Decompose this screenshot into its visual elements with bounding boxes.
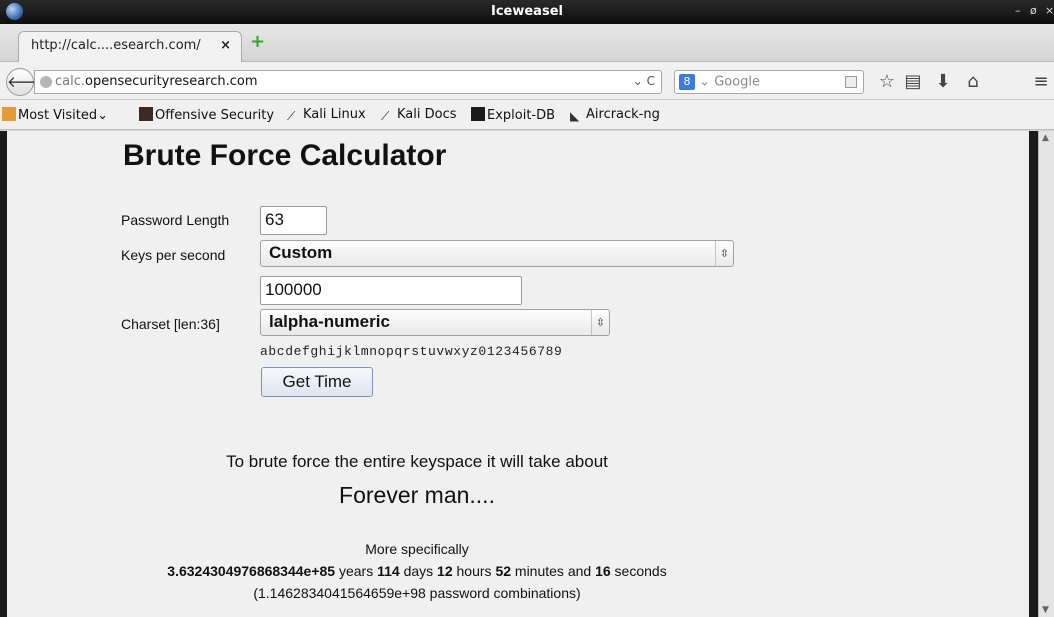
tab-close-icon[interactable]: × — [220, 38, 231, 53]
keys-per-second-select[interactable]: Custom ⇳ — [260, 240, 734, 267]
offsec-icon — [139, 107, 153, 121]
bookmark-label: Kali Docs — [397, 107, 457, 122]
minimize-button[interactable]: – — [1015, 4, 1021, 17]
keys-per-second-value: Custom — [269, 243, 333, 262]
download-icon[interactable]: ⬇ — [932, 71, 954, 92]
aircrack-icon: ◣ — [570, 109, 580, 123]
bookmark-label: Offensive Security — [155, 108, 275, 123]
bookmark-most-visited[interactable]: Most Visited⌄ — [2, 107, 108, 123]
star-icon[interactable]: ☆ — [876, 71, 898, 92]
navigation-toolbar: 🡐 calc.opensecurityresearch.com ⌄ C 8 ⌄ … — [0, 62, 1054, 100]
hours-unit: hours — [452, 563, 496, 579]
window-title-bar: Iceweasel – ø × — [0, 0, 1054, 24]
vertical-scrollbar[interactable]: ▲ ▼ — [1038, 131, 1054, 617]
result-more-label: More specifically — [365, 541, 469, 557]
tab-strip: http://calc....esearch.com/ × + — [0, 24, 1054, 62]
charset-label: Charset [len:36] — [121, 316, 220, 332]
scroll-up-icon[interactable]: ▲ — [1042, 133, 1049, 143]
result-combinations: (1.1462834041564659e+98 password combina… — [253, 585, 581, 601]
custom-keys-input[interactable]: 100000 — [260, 276, 522, 305]
search-bar[interactable]: 8 ⌄ Google — [674, 70, 864, 94]
seconds-unit: seconds — [610, 563, 667, 579]
bookmark-label: Aircrack-ng — [586, 107, 660, 122]
password-length-label: Password Length — [121, 212, 230, 228]
search-engine-icon[interactable]: 8 — [679, 74, 695, 90]
search-go-icon[interactable] — [845, 76, 857, 88]
window-title: Iceweasel — [491, 4, 563, 19]
scroll-down-icon[interactable]: ▼ — [1042, 605, 1049, 615]
url-bar[interactable]: calc.opensecurityresearch.com ⌄ C — [34, 70, 662, 94]
page-title: Brute Force Calculator — [123, 139, 447, 172]
home-icon[interactable]: ⌂ — [962, 71, 984, 92]
result-intro: To brute force the entire keyspace it wi… — [226, 452, 608, 471]
charset-value: lalpha-numeric — [269, 312, 390, 331]
result-days: 114 — [377, 563, 400, 579]
result-years: 3.6324304976868344e+85 — [167, 563, 336, 579]
years-unit: years — [335, 563, 378, 579]
page-content: Brute Force Calculator Password Length 6… — [7, 131, 1029, 617]
kali-icon: ⟋ — [287, 109, 296, 123]
days-unit: days — [399, 563, 438, 579]
page-border-left — [0, 131, 7, 617]
bookmark-aircrack-ng[interactable]: ◣ Aircrack-ng — [570, 107, 660, 123]
bookmark-label: Most Visited⌄ — [18, 108, 109, 123]
result-hours: 12 — [437, 563, 453, 579]
new-tab-icon[interactable]: + — [250, 33, 266, 51]
keys-per-second-label: Keys per second — [121, 247, 226, 263]
kali-icon: ⟋ — [381, 109, 390, 123]
select-caret-icon: ⇳ — [715, 241, 733, 266]
bookmark-kali-docs[interactable]: ⟋ Kali Docs — [381, 107, 457, 123]
bookmark-offensive-security[interactable]: Offensive Security — [139, 107, 274, 123]
result-headline: Forever man.... — [339, 482, 495, 508]
get-time-button[interactable]: Get Time — [261, 367, 373, 397]
password-length-input[interactable]: 63 — [260, 206, 327, 235]
clipboard-icon[interactable]: ▤ — [902, 71, 924, 92]
minutes-unit: minutes and — [511, 563, 596, 579]
result-minutes: 52 — [495, 563, 512, 579]
bookmarks-toolbar: Most Visited⌄ Offensive Security ⟋ Kali L… — [0, 100, 1054, 130]
bookmark-label: Kali Linux — [303, 107, 366, 122]
url-prefix: calc. — [55, 74, 86, 89]
exploitdb-icon — [471, 107, 485, 121]
globe-icon — [40, 76, 52, 88]
url-domain: opensecurityresearch.com — [85, 74, 258, 89]
bookmark-exploit-db[interactable]: Exploit-DB — [471, 107, 555, 123]
bookmark-label: Exploit-DB — [487, 108, 556, 123]
maximize-button[interactable]: ø — [1030, 4, 1037, 17]
charset-characters: abcdefghijklmnopqrstuvwxyz0123456789 — [260, 344, 563, 359]
result-detail: 3.6324304976868344e+85 years 114 days 12… — [7, 563, 827, 579]
search-engine-dropdown[interactable]: ⌄ — [699, 75, 710, 90]
page-border-right — [1029, 131, 1038, 617]
folder-icon — [2, 107, 16, 121]
close-window-button[interactable]: × — [1045, 4, 1054, 17]
bookmark-kali-linux[interactable]: ⟋ Kali Linux — [287, 107, 366, 123]
reload-icon[interactable]: ⌄ C — [633, 74, 655, 88]
result-seconds: 16 — [595, 563, 611, 579]
menu-icon[interactable]: ≡ — [1030, 71, 1052, 92]
select-caret-icon: ⇳ — [591, 310, 609, 335]
tab-label: http://calc....esearch.com/ — [31, 38, 201, 53]
back-button[interactable]: 🡐 — [6, 68, 47, 96]
tab-calc[interactable]: http://calc....esearch.com/ × — [18, 31, 242, 62]
search-placeholder: Google — [714, 74, 761, 90]
charset-select[interactable]: lalpha-numeric ⇳ — [260, 309, 610, 336]
